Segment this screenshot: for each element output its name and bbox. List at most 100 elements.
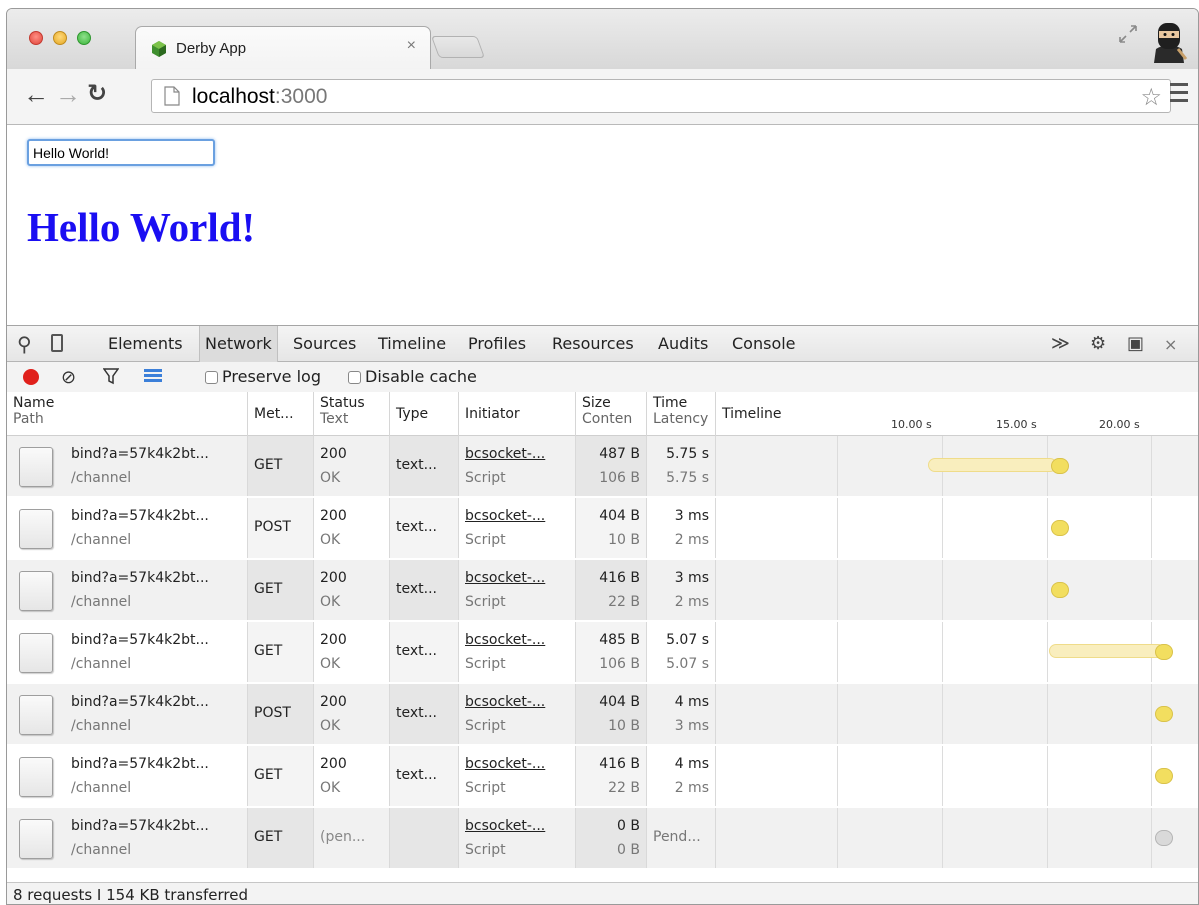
tab-profiles[interactable]: Profiles xyxy=(463,326,531,362)
tab-sources[interactable]: Sources xyxy=(288,326,361,362)
table-row[interactable]: bind?a=57k4k2bt.../channel GET 200 OK text..… xyxy=(7,622,1198,682)
page-icon xyxy=(164,86,180,106)
tab-audits[interactable]: Audits xyxy=(653,326,713,362)
preserve-log-label: Preserve log xyxy=(222,367,321,386)
timeline-gridline xyxy=(942,622,943,682)
maximize-window-button[interactable] xyxy=(77,31,91,45)
timeline-bar xyxy=(1049,644,1165,658)
tab-resources[interactable]: Resources xyxy=(547,326,639,362)
file-icon xyxy=(19,633,53,673)
cell-initiator[interactable]: bcsocket-... Script xyxy=(459,436,576,496)
address-bar[interactable]: localhost:3000 ☆ xyxy=(151,79,1171,113)
close-window-button[interactable] xyxy=(29,31,43,45)
tab-network[interactable]: Network xyxy=(199,326,278,362)
timeline-gridline xyxy=(837,436,838,496)
column-size[interactable]: Size Conten xyxy=(576,392,647,436)
tab-timeline[interactable]: Timeline xyxy=(373,326,451,362)
timeline-gridline xyxy=(1151,808,1152,868)
minimize-window-button[interactable] xyxy=(53,31,67,45)
file-icon xyxy=(19,509,53,549)
timeline-gridline xyxy=(1047,746,1048,806)
cell-name[interactable]: bind?a=57k4k2bt.../channel xyxy=(7,560,248,620)
column-method[interactable]: Met... xyxy=(248,392,314,436)
device-mode-icon[interactable] xyxy=(51,334,63,352)
tab-elements[interactable]: Elements xyxy=(103,326,188,362)
cell-initiator[interactable]: bcsocket-... Script xyxy=(459,498,576,558)
cell-time: Pend... xyxy=(647,808,716,868)
cell-initiator[interactable]: bcsocket-... Script xyxy=(459,560,576,620)
cell-name[interactable]: bind?a=57k4k2bt.../channel xyxy=(7,684,248,744)
table-row[interactable]: bind?a=57k4k2bt.../channel GET 200 OK text..… xyxy=(7,560,1198,620)
cell-name[interactable]: bind?a=57k4k2bt.../channel xyxy=(7,622,248,682)
cell-status: 200 OK xyxy=(314,746,390,806)
forward-arrow-icon[interactable]: → xyxy=(55,81,81,107)
timeline-gridline xyxy=(1151,436,1152,496)
gear-icon[interactable]: ⚙ xyxy=(1090,333,1106,354)
file-icon xyxy=(19,695,53,735)
console-drawer-icon[interactable]: ≫ xyxy=(1051,333,1070,354)
cell-initiator[interactable]: bcsocket-... Script xyxy=(459,622,576,682)
tab-close-icon[interactable]: × xyxy=(407,37,416,55)
timeline-gridline xyxy=(1047,808,1048,868)
table-row[interactable]: bind?a=57k4k2bt.../channel GET (pen... bcso… xyxy=(7,808,1198,868)
timeline-gridline xyxy=(837,808,838,868)
reload-icon[interactable]: ↻ xyxy=(87,81,107,107)
cell-initiator[interactable]: bcsocket-... Script xyxy=(459,746,576,806)
large-rows-icon[interactable] xyxy=(144,369,162,384)
cell-timeline xyxy=(716,622,1198,682)
column-name[interactable]: Name Path xyxy=(7,392,248,436)
timeline-gridline xyxy=(837,746,838,806)
preserve-log-checkbox[interactable] xyxy=(205,371,218,384)
disable-cache-checkbox[interactable] xyxy=(348,371,361,384)
cell-size: 404 B 10 B xyxy=(576,498,647,558)
cell-name[interactable]: bind?a=57k4k2bt.../channel xyxy=(7,746,248,806)
table-row[interactable]: bind?a=57k4k2bt.../channel POST 200 OK text.… xyxy=(7,684,1198,744)
cell-timeline xyxy=(716,684,1198,744)
cell-name[interactable]: bind?a=57k4k2bt.../channel xyxy=(7,808,248,868)
network-summary: 8 requests I 154 KB transferred xyxy=(7,882,1198,904)
browser-window: Derby App × ← → ↻ localhost:3000 ☆ Hello… xyxy=(6,8,1199,905)
table-row[interactable]: bind?a=57k4k2bt.../channel GET 200 OK text..… xyxy=(7,746,1198,806)
profile-avatar-icon[interactable] xyxy=(1150,19,1188,63)
clear-icon[interactable]: ⊘ xyxy=(61,367,76,388)
tab-console[interactable]: Console xyxy=(727,326,801,362)
cell-time: 4 ms 2 ms xyxy=(647,746,716,806)
cell-timeline xyxy=(716,498,1198,558)
column-type[interactable]: Type xyxy=(390,392,459,436)
browser-toolbar: ← → ↻ localhost:3000 ☆ xyxy=(7,69,1198,125)
back-arrow-icon[interactable]: ← xyxy=(23,81,49,107)
record-icon[interactable] xyxy=(23,369,39,385)
browser-tab[interactable]: Derby App × xyxy=(135,26,431,70)
cell-initiator[interactable]: bcsocket-... Script xyxy=(459,684,576,744)
cell-method: GET xyxy=(248,436,314,496)
close-devtools-icon[interactable]: × xyxy=(1164,335,1177,354)
tab-strip: Derby App × xyxy=(7,9,1198,70)
column-status[interactable]: Status Text xyxy=(314,392,390,436)
cell-name[interactable]: bind?a=57k4k2bt.../channel xyxy=(7,498,248,558)
hello-heading: Hello World! xyxy=(27,204,256,250)
timeline-gridline xyxy=(837,498,838,558)
search-icon[interactable]: ⚲ xyxy=(17,332,32,356)
cell-size: 487 B 106 B xyxy=(576,436,647,496)
file-icon xyxy=(19,819,53,859)
cell-size: 0 B0 B xyxy=(576,808,647,868)
fullscreen-icon[interactable] xyxy=(1117,23,1139,45)
cell-time: 5.75 s 5.75 s xyxy=(647,436,716,496)
new-tab-button[interactable] xyxy=(430,36,486,58)
filter-icon[interactable] xyxy=(103,367,119,385)
column-time[interactable]: Time Latency xyxy=(647,392,716,436)
text-input[interactable] xyxy=(27,139,215,166)
cell-name[interactable]: bind?a=57k4k2bt.../channel xyxy=(7,436,248,496)
bookmark-star-icon[interactable]: ☆ xyxy=(1140,83,1162,112)
dock-icon[interactable]: ▣ xyxy=(1127,333,1144,354)
cell-type: text... xyxy=(390,746,459,806)
column-initiator[interactable]: Initiator xyxy=(459,392,576,436)
cell-timeline xyxy=(716,808,1198,868)
cell-initiator[interactable]: bcsocket-... Script xyxy=(459,808,576,868)
menu-icon[interactable] xyxy=(1170,83,1188,107)
table-row[interactable]: bind?a=57k4k2bt.../channel GET 200 OK text..… xyxy=(7,436,1198,496)
disable-cache-label: Disable cache xyxy=(365,367,477,386)
cell-size: 416 B 22 B xyxy=(576,560,647,620)
table-row[interactable]: bind?a=57k4k2bt.../channel POST 200 OK text.… xyxy=(7,498,1198,558)
cell-type: text... xyxy=(390,560,459,620)
